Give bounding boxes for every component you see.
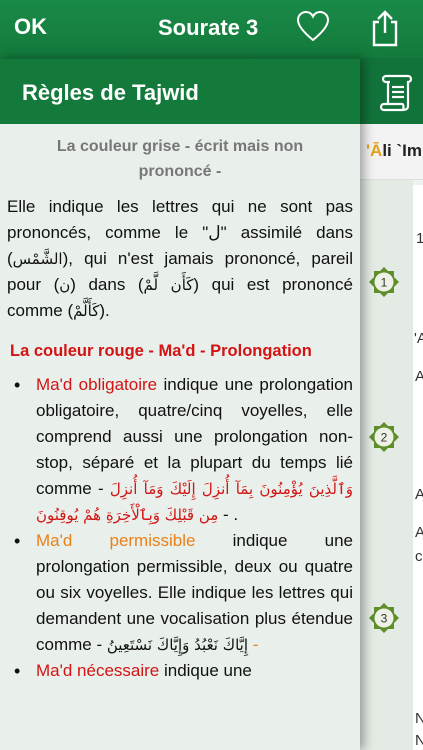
underlying-text-fragment: A [415,486,423,503]
svg-text:2: 2 [381,431,388,445]
page-title: Sourate 3 [158,15,259,40]
scroll-document-icon[interactable] [378,70,416,114]
underlying-surah-title: 'Āli `Im [366,141,422,160]
underlying-text-fragment: c [415,548,423,565]
verse-text-column [413,185,423,750]
red-color-heading: La couleur rouge - Ma'd - Prolongation [10,342,312,360]
underlying-text-fragment: 1 [416,230,423,247]
top-navigation-bar: OK Sourate 3 [0,0,423,58]
panel-header: Règles de Tajwid [0,58,360,124]
rule-term: Ma'd obligatoire [36,375,158,394]
list-item: Ma'd obligatoire indique une prolongatio… [14,372,353,528]
heart-outline-icon[interactable] [296,10,330,44]
underlying-text-fragment: N [415,732,423,749]
rule-term: Ma'd nécessaire [36,661,160,680]
underlying-text-fragment: A [415,368,423,385]
underlying-text-fragment: A [415,524,423,541]
grey-color-description: Elle indique les lettres qui ne sont pas… [7,197,353,320]
arabic-example: إِيَّاكَ نَعْبُدُ وَإِيَّاكَ نَسْتَعِينُ [106,636,249,654]
svg-text:3: 3 [381,612,388,626]
ok-button[interactable]: OK [14,14,47,40]
panel-title: Règles de Tajwid [22,80,199,105]
madd-rules-list: Ma'd obligatoire indique une prolongatio… [0,364,360,684]
underlying-text-fragment: N [415,710,423,727]
grey-color-heading: La couleur grise - écrit mais non pronon… [56,138,304,180]
verse-number-badge-1: 1 [369,267,399,297]
list-item: Ma'd nécessaire indique une [14,658,353,684]
verse-number-badge-3: 3 [369,603,399,633]
list-item: Ma'd permissible indique une prolongatio… [14,528,353,658]
rule-term: Ma'd permissible [36,531,196,550]
underlying-text-fragment: 'A [414,330,423,347]
panel-content[interactable]: La couleur grise - écrit mais non pronon… [0,124,360,684]
svg-text:1: 1 [381,276,388,290]
share-icon[interactable] [368,9,402,47]
verse-number-badge-2: 2 [369,422,399,452]
tajwid-rules-panel[interactable]: Règles de Tajwid La couleur grise - écri… [0,58,360,750]
